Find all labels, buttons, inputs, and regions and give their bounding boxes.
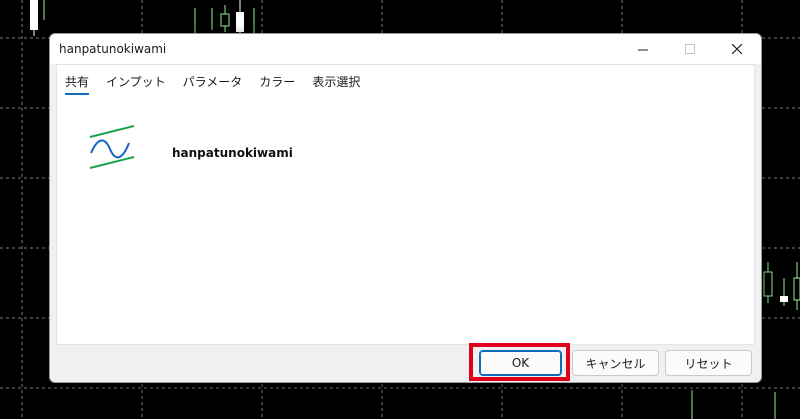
maximize-icon (685, 43, 695, 54)
minimize-button[interactable] (620, 34, 667, 64)
tab-inputs[interactable]: インプット (106, 73, 166, 95)
maximize-button[interactable] (667, 34, 714, 64)
tab-visualization[interactable]: 表示選択 (312, 73, 360, 95)
close-button[interactable] (714, 34, 761, 64)
tab-content-common: 共有 インプット パラメータ カラー 表示選択 hanpatunokiwami (56, 64, 755, 345)
window-controls (620, 34, 761, 64)
title-bar[interactable]: hanpatunokiwami (50, 34, 761, 64)
tab-bar: 共有 インプット パラメータ カラー 表示選択 (65, 73, 360, 95)
tab-common[interactable]: 共有 (65, 73, 90, 95)
indicator-name: hanpatunokiwami (172, 146, 293, 160)
indicator-wave-icon (89, 125, 135, 169)
minimize-icon (638, 49, 648, 50)
close-icon (732, 43, 743, 54)
indicator-properties-dialog: hanpatunokiwami 共有 インプット パラメータ カラー 表示選択 (49, 33, 762, 383)
reset-button[interactable]: リセット (665, 350, 752, 376)
ok-button[interactable]: OK (479, 350, 562, 376)
window-title: hanpatunokiwami (59, 42, 167, 56)
tab-colors[interactable]: カラー (259, 73, 295, 95)
tab-parameters[interactable]: パラメータ (183, 73, 243, 95)
cancel-button[interactable]: キャンセル (572, 350, 659, 376)
